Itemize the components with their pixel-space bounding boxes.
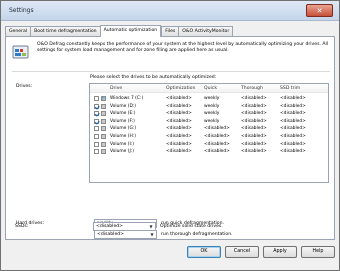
table-row[interactable]: Volume (H:) <disabled> <disabled> <disabled…: [90, 133, 328, 140]
table-row[interactable]: Volume (F:) <disabled> weekly <disabled> <di…: [90, 118, 328, 125]
drive-optimization: <disabled>: [166, 149, 192, 155]
ssds-desc: Optimize solid state drives.: [160, 224, 223, 229]
drive-checkbox[interactable]: [94, 149, 99, 155]
drive-name: Windows 7 (C:): [110, 96, 144, 101]
thorough-schedule-value: <disabled>: [97, 232, 125, 237]
drive-name: Volume (G:): [110, 126, 137, 132]
drive-thorough: <disabled>: [241, 96, 267, 101]
drives-label: Drives:: [16, 84, 33, 89]
ok-button[interactable]: OK: [187, 246, 221, 258]
column-quick[interactable]: Quick: [204, 86, 217, 91]
cancel-button[interactable]: Cancel: [225, 246, 259, 258]
drive-optimization: <disabled>: [166, 96, 192, 101]
drive-quick: weekly: [204, 103, 220, 109]
drive-ssd-trim: <disabled>: [280, 134, 306, 139]
close-button[interactable]: ✕: [306, 4, 333, 17]
drive-quick: <disabled>: [204, 134, 230, 139]
drive-quick: <disabled>: [204, 126, 230, 132]
drive-optimization: <disabled>: [166, 141, 192, 147]
drive-name: Volume (E:): [110, 111, 136, 117]
drive-ssd-trim: <disabled>: [280, 126, 306, 132]
drive-quick: weekly: [204, 111, 220, 117]
table-row[interactable]: Windows 7 (C:) <disabled> weekly <disabled>…: [90, 95, 328, 102]
list-header: Drive Optimization Quick Thorough SSD tr…: [90, 84, 328, 93]
column-drive[interactable]: Drive: [110, 86, 122, 91]
drive-thorough: <disabled>: [241, 118, 267, 124]
table-row[interactable]: Volume (I:) <disabled> <disabled> <disabled…: [90, 141, 328, 148]
drive-ssd-trim: <disabled>: [280, 141, 306, 147]
hard-drive-icon: [101, 134, 106, 139]
settings-window: Settings ✕ General Boot time defragmenta…: [0, 0, 340, 271]
drive-quick: <disabled>: [204, 149, 230, 155]
drive-optimization: <disabled>: [166, 126, 192, 132]
divider: [12, 71, 330, 72]
drive-select-label: Please select the drives to be automatic…: [90, 75, 217, 80]
ssds-label: SSDs:: [15, 224, 29, 229]
drive-quick: weekly: [204, 96, 220, 101]
drive-checkbox[interactable]: [94, 126, 99, 132]
title-bar: Settings ✕: [1, 1, 339, 21]
hard-drive-icon: [101, 118, 106, 124]
table-row[interactable]: Volume (E:) <disabled> weekly <disabled> <di…: [90, 110, 328, 117]
drive-name: Volume (F:): [110, 118, 135, 124]
drive-thorough: <disabled>: [241, 141, 267, 147]
description-text: O&O Defrag constantly keeps the performa…: [37, 42, 329, 53]
automatic-optimization-panel: O&O Defrag constantly keeps the performa…: [5, 36, 335, 240]
thorough-schedule-select[interactable]: <disabled> ▼: [94, 230, 157, 239]
drive-checkbox[interactable]: [94, 96, 99, 101]
chevron-down-icon: ▼: [149, 224, 153, 229]
drive-thorough: <disabled>: [241, 111, 267, 117]
column-ssd-trim[interactable]: SSD trim: [280, 86, 300, 91]
tab-automatic-optimization[interactable]: Automatic optimization: [99, 25, 162, 37]
ssd-schedule-value: <disabled>: [96, 224, 124, 229]
drive-checkbox[interactable]: [94, 141, 99, 147]
hard-drive-icon: [101, 141, 106, 147]
drive-checkbox[interactable]: [94, 111, 99, 117]
hard-drive-icon: [101, 111, 106, 117]
drive-optimization-icon: [12, 45, 29, 59]
drive-thorough: <disabled>: [241, 134, 267, 139]
drive-thorough: <disabled>: [241, 126, 267, 132]
drive-ssd-trim: <disabled>: [280, 118, 306, 124]
drive-ssd-trim: <disabled>: [280, 111, 306, 117]
drive-ssd-trim: <disabled>: [280, 103, 306, 109]
drive-name: Volume (H:): [110, 134, 136, 139]
column-optimization[interactable]: Optimization: [166, 86, 195, 91]
drive-ssd-trim: <disabled>: [280, 96, 306, 101]
window-title: Settings: [9, 7, 34, 14]
hard-drive-icon: [101, 149, 106, 155]
drive-optimization: <disabled>: [166, 111, 192, 117]
help-button[interactable]: Help: [301, 246, 335, 258]
ssd-schedule-select[interactable]: <disabled> ▼: [93, 222, 156, 231]
drive-optimization: <disabled>: [166, 134, 192, 139]
drive-thorough: <disabled>: [241, 149, 267, 155]
thorough-desc: run thorough defragmentation.: [161, 232, 233, 237]
table-row[interactable]: Volume (J:) <disabled> <disabled> <disabled…: [90, 148, 328, 155]
drive-optimization: <disabled>: [166, 118, 192, 124]
close-icon: ✕: [316, 6, 323, 15]
drive-checkbox[interactable]: [94, 118, 99, 124]
drive-thorough: <disabled>: [241, 103, 267, 109]
hard-drive-icon: [101, 96, 106, 101]
apply-button[interactable]: Apply: [263, 246, 297, 258]
drive-checkbox[interactable]: [94, 103, 99, 109]
chevron-down-icon: ▼: [150, 232, 154, 237]
hard-drive-icon: [101, 126, 106, 132]
drives-list: Drive Optimization Quick Thorough SSD tr…: [89, 83, 329, 183]
drive-ssd-trim: <disabled>: [280, 149, 306, 155]
hard-drive-icon: [101, 103, 106, 109]
drive-name: Volume (J:): [110, 149, 134, 155]
drive-optimization: <disabled>: [166, 103, 192, 109]
table-row[interactable]: Volume (D:) <disabled> weekly <disabled> <di…: [90, 103, 328, 110]
column-thorough[interactable]: Thorough: [241, 86, 263, 91]
table-row[interactable]: Volume (G:) <disabled> <disabled> <disabled…: [90, 125, 328, 132]
drive-name: Volume (I:): [110, 141, 134, 147]
drive-quick: weekly: [204, 118, 220, 124]
drive-checkbox[interactable]: [94, 134, 99, 139]
drive-quick: <disabled>: [204, 141, 230, 147]
drive-name: Volume (D:): [110, 103, 137, 109]
